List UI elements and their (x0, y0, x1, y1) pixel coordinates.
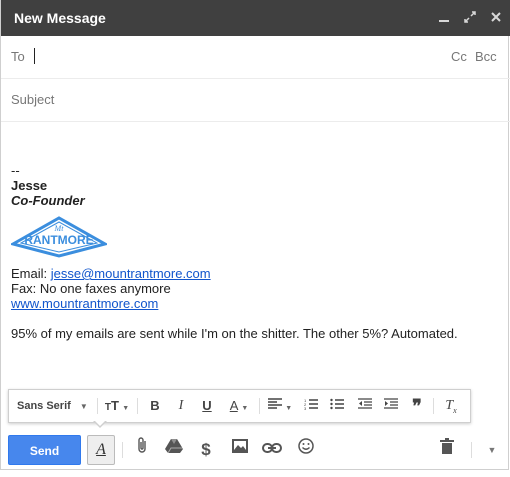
text-format-icon: A (96, 441, 106, 458)
text-caret (34, 48, 35, 64)
discard-draft-button[interactable] (434, 435, 460, 465)
bold-icon: B (150, 398, 160, 413)
svg-text:Mt: Mt (54, 224, 65, 233)
company-logo: Mt RANTMORE (9, 214, 109, 258)
signature-dashes: -- (11, 163, 20, 178)
quote-button[interactable]: ❞ (405, 390, 429, 422)
bulleted-list-button[interactable] (325, 390, 349, 422)
align-button[interactable]: ▼ (264, 390, 296, 422)
font-size-icon: TT (104, 398, 119, 413)
send-money-button[interactable]: $ (193, 435, 219, 465)
chevron-down-icon: ▼ (79, 402, 88, 411)
insert-photo-button[interactable] (227, 435, 253, 465)
dollar-icon: $ (201, 440, 211, 459)
font-size-button[interactable]: TT ▼ (101, 390, 133, 422)
indent-less-button[interactable] (353, 390, 377, 422)
remove-formatting-button[interactable]: Tx (439, 390, 463, 422)
insert-emoji-button[interactable] (293, 435, 319, 465)
chevron-down-icon: ▼ (241, 405, 249, 412)
divider (259, 398, 260, 414)
indent-more-button[interactable] (379, 390, 403, 422)
numbered-list-button[interactable]: 123 (299, 390, 323, 422)
signature-title: Co-Founder (11, 193, 85, 208)
logo-text: RANTMORE (24, 233, 93, 247)
bold-button[interactable]: B (143, 390, 167, 422)
photo-icon (232, 439, 248, 453)
paperclip-icon (138, 437, 146, 453)
link-icon (262, 443, 282, 453)
expand-icon[interactable] (461, 9, 479, 27)
text-color-button[interactable]: A ▼ (223, 390, 255, 422)
tagline: 95% of my emails are sent while I'm on t… (11, 326, 458, 341)
font-family-label: Sans Serif (17, 400, 71, 412)
remove-formatting-icon: Tx (445, 398, 457, 415)
subject-field[interactable]: Subject (11, 92, 54, 107)
compose-bottom-bar: Send A $ ▼ (1, 430, 510, 470)
italic-icon: I (178, 398, 184, 413)
quote-icon: ❞ (412, 396, 422, 416)
chevron-down-icon: ▼ (285, 405, 293, 412)
window-title: New Message (14, 10, 106, 26)
italic-button[interactable]: I (169, 390, 193, 422)
divider (471, 442, 472, 458)
drive-icon (165, 439, 183, 454)
trash-icon (440, 438, 454, 454)
underline-button[interactable]: U (195, 390, 219, 422)
chevron-down-icon: ▼ (487, 445, 497, 455)
chevron-down-icon: ▼ (122, 405, 130, 412)
font-family-select[interactable]: Sans Serif ▼ (17, 390, 95, 422)
formatting-options-button[interactable]: A (87, 435, 115, 465)
to-label: To (11, 49, 25, 64)
email-line: Email: jesse@mountrantmore.com (11, 266, 458, 281)
insert-link-button[interactable] (259, 435, 285, 465)
formatting-toolbar: Sans Serif ▼ TT ▼ B I U A ▼ ▼ 123 ❞ Tx (8, 389, 471, 423)
signature-name: Jesse (11, 178, 48, 193)
text-color-icon: A (229, 398, 238, 413)
compose-titlebar[interactable]: New Message (1, 0, 510, 36)
divider (433, 398, 434, 414)
minimize-icon[interactable] (435, 9, 453, 27)
svg-text:3: 3 (304, 406, 307, 410)
smiley-icon (298, 438, 314, 454)
indent-more-icon (384, 398, 398, 409)
attach-file-button[interactable] (129, 435, 155, 465)
toolbar-pointer-fill (94, 420, 106, 426)
cc-link[interactable]: Cc (451, 49, 467, 64)
divider (97, 398, 98, 414)
to-row[interactable]: To Cc Bcc (1, 36, 510, 79)
numbered-list-icon: 123 (304, 398, 318, 411)
compose-window: New Message To Cc Bcc Subject -- Jesse C… (0, 0, 510, 470)
email-link[interactable]: jesse@mountrantmore.com (51, 266, 211, 281)
subject-row[interactable]: Subject (1, 79, 510, 122)
close-icon[interactable] (487, 9, 505, 27)
email-label: Email: (11, 266, 48, 281)
divider (122, 442, 123, 458)
align-icon (267, 398, 282, 409)
divider (137, 398, 138, 414)
message-body[interactable]: -- Jesse Co-Founder Mt RANTMORE Email: j… (9, 163, 458, 341)
more-options-button[interactable]: ▼ (479, 435, 505, 465)
send-button[interactable]: Send (8, 435, 81, 465)
indent-less-icon (358, 398, 372, 409)
underline-icon: U (202, 398, 212, 413)
insert-drive-button[interactable] (161, 435, 187, 465)
bcc-link[interactable]: Bcc (475, 49, 497, 64)
website-link[interactable]: www.mountrantmore.com (11, 296, 158, 311)
fax-line: Fax: No one faxes anymore (11, 281, 171, 296)
bulleted-list-icon (330, 398, 344, 410)
